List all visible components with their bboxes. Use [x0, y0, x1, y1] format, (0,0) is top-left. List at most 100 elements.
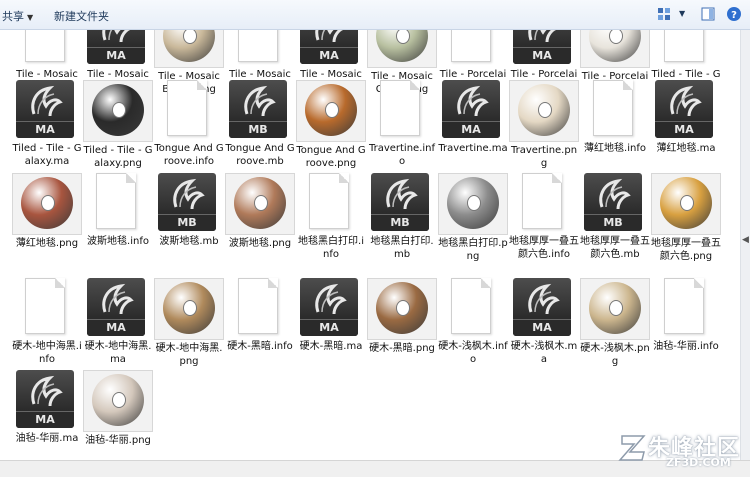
file-item[interactable]: 硬木-黑暗.info	[225, 278, 295, 374]
file-item[interactable]: MB 波斯地毯.mb	[154, 173, 224, 269]
file-name-label: 地毯厚厚一叠五颜六色.mb	[580, 236, 650, 260]
sphere-tag-icon	[183, 300, 197, 316]
file-item[interactable]: 油毡-华丽.png	[83, 370, 153, 460]
file-name-label: Travertine.info	[368, 143, 436, 167]
maya-file-icon: MB	[584, 173, 642, 231]
sphere-tag-icon	[41, 195, 55, 211]
file-item[interactable]: 硬木-浅枫木.png	[580, 278, 650, 374]
document-file-icon	[309, 173, 349, 229]
file-item[interactable]: Travertine.info	[367, 80, 437, 176]
sphere-tag-icon	[680, 195, 694, 211]
file-item[interactable]: 地毯黑白打印.png	[438, 173, 508, 269]
file-item[interactable]: 硬木-浅枫木.info	[438, 278, 508, 374]
file-item[interactable]: MA 薄红地毯.ma	[651, 80, 721, 176]
image-thumbnail	[154, 30, 224, 68]
material-sphere-icon	[376, 282, 428, 334]
watermark-emblem-icon	[618, 435, 646, 461]
file-name-label: 地毯厚厚一叠五颜六色.png	[651, 238, 721, 262]
file-item[interactable]: MA 硬木-黑暗.ma	[296, 278, 366, 374]
share-menu[interactable]: 共享 ▼	[2, 8, 33, 24]
maya-logo-icon	[315, 30, 344, 43]
image-thumbnail	[367, 278, 437, 340]
maya-logo-icon	[244, 85, 276, 117]
maya-logo-icon	[670, 85, 702, 117]
file-name-label: 油毡-华丽.info	[653, 341, 719, 352]
view-options-button[interactable]	[657, 6, 675, 22]
image-thumbnail	[438, 173, 508, 235]
maya-file-icon: MA	[300, 30, 358, 64]
file-item[interactable]: 地毯厚厚一叠五颜六色.png	[651, 173, 721, 269]
file-item[interactable]: Tiled - Tile - Galaxy.png	[83, 80, 153, 176]
file-item[interactable]: 硬木-地中海黑.info	[12, 278, 82, 374]
file-item[interactable]: Tongue And Groove.info	[154, 80, 224, 176]
file-name-label: 硬木-浅枫木.info	[438, 341, 508, 365]
material-sphere-icon	[92, 84, 144, 136]
file-name-label: 油毡-华丽.png	[85, 435, 151, 446]
view-chevron-down-icon[interactable]: ▼	[679, 9, 685, 18]
file-extension-badge: MA	[16, 121, 74, 138]
file-item[interactable]: 地毯黑白打印.info	[296, 173, 366, 269]
maya-file-icon: MA	[300, 278, 358, 336]
image-thumbnail	[225, 173, 295, 235]
file-item[interactable]: MB 地毯厚厚一叠五颜六色.mb	[580, 173, 650, 269]
document-file-icon	[451, 30, 491, 62]
file-name-label: 硬木-黑暗.info	[227, 341, 293, 352]
file-extension-badge: MA	[300, 47, 358, 64]
sphere-tag-icon	[325, 102, 339, 118]
watermark-sub: ZF3D.COM	[666, 456, 731, 469]
file-item[interactable]: 波斯地毯.info	[83, 173, 153, 269]
file-item[interactable]: MA 硬木-地中海黑.ma	[83, 278, 153, 374]
file-item[interactable]: MA 油毡-华丽.ma	[12, 370, 82, 460]
preview-pane-button[interactable]	[701, 6, 719, 22]
file-item[interactable]: 薄红地毯.info	[580, 80, 650, 176]
material-sphere-icon	[589, 30, 641, 62]
material-sphere-icon	[163, 282, 215, 334]
maya-logo-icon	[31, 85, 63, 117]
file-item[interactable]: MB Tongue And Groove.mb	[225, 80, 295, 176]
file-item[interactable]: 波斯地毯.png	[225, 173, 295, 269]
sphere-tag-icon	[538, 102, 552, 118]
maya-file-icon: MA	[442, 80, 500, 138]
image-thumbnail	[12, 173, 82, 235]
file-item[interactable]: 薄红地毯.png	[12, 173, 82, 269]
material-sphere-icon	[589, 282, 641, 334]
image-thumbnail	[154, 278, 224, 340]
document-file-icon	[380, 80, 420, 136]
help-button[interactable]: ?	[726, 6, 744, 22]
document-file-icon	[664, 30, 704, 62]
maya-logo-icon	[386, 178, 418, 210]
sphere-tag-icon	[467, 195, 481, 211]
vertical-scrollbar[interactable]: ◀	[740, 30, 750, 460]
sphere-tag-icon	[254, 195, 268, 211]
help-icon: ?	[727, 7, 741, 21]
file-item[interactable]: Tongue And Groove.png	[296, 80, 366, 176]
file-item[interactable]: 油毡-华丽.info	[651, 278, 721, 374]
file-name-label: 波斯地毯.info	[87, 236, 149, 247]
file-name-label: 波斯地毯.mb	[159, 236, 219, 247]
document-file-icon	[167, 80, 207, 136]
document-file-icon	[238, 30, 278, 62]
file-name-label: Tiled - Tile - Galaxy.ma	[12, 143, 82, 167]
document-file-icon	[522, 173, 562, 229]
file-extension-badge: MA	[513, 47, 571, 64]
file-item[interactable]: 硬木-黑暗.png	[367, 278, 437, 374]
file-item[interactable]: 硬木-地中海黑.png	[154, 278, 224, 374]
maya-file-icon: MB	[229, 80, 287, 138]
material-sphere-icon	[447, 177, 499, 229]
image-thumbnail	[83, 370, 153, 432]
file-extension-badge: MB	[371, 214, 429, 231]
file-name-label: 硬木-黑暗.png	[369, 343, 435, 354]
file-item[interactable]: 地毯厚厚一叠五颜六色.info	[509, 173, 579, 269]
file-name-label: 薄红地毯.ma	[656, 143, 716, 154]
document-file-icon	[238, 278, 278, 334]
file-item[interactable]: MB 地毯黑白打印.mb	[367, 173, 437, 269]
file-item[interactable]: MA Tiled - Tile - Galaxy.ma	[12, 80, 82, 176]
file-name-label: Tongue And Groove.mb	[225, 143, 295, 167]
new-folder-button[interactable]: 新建文件夹	[54, 8, 109, 24]
file-extension-badge: MA	[655, 121, 713, 138]
file-item[interactable]: MA 硬木-浅枫木.ma	[509, 278, 579, 374]
preview-pane-icon	[701, 7, 715, 21]
file-item[interactable]: MA Travertine.ma	[438, 80, 508, 176]
file-item[interactable]: Travertine.png	[509, 80, 579, 176]
maya-file-icon: MB	[158, 173, 216, 231]
